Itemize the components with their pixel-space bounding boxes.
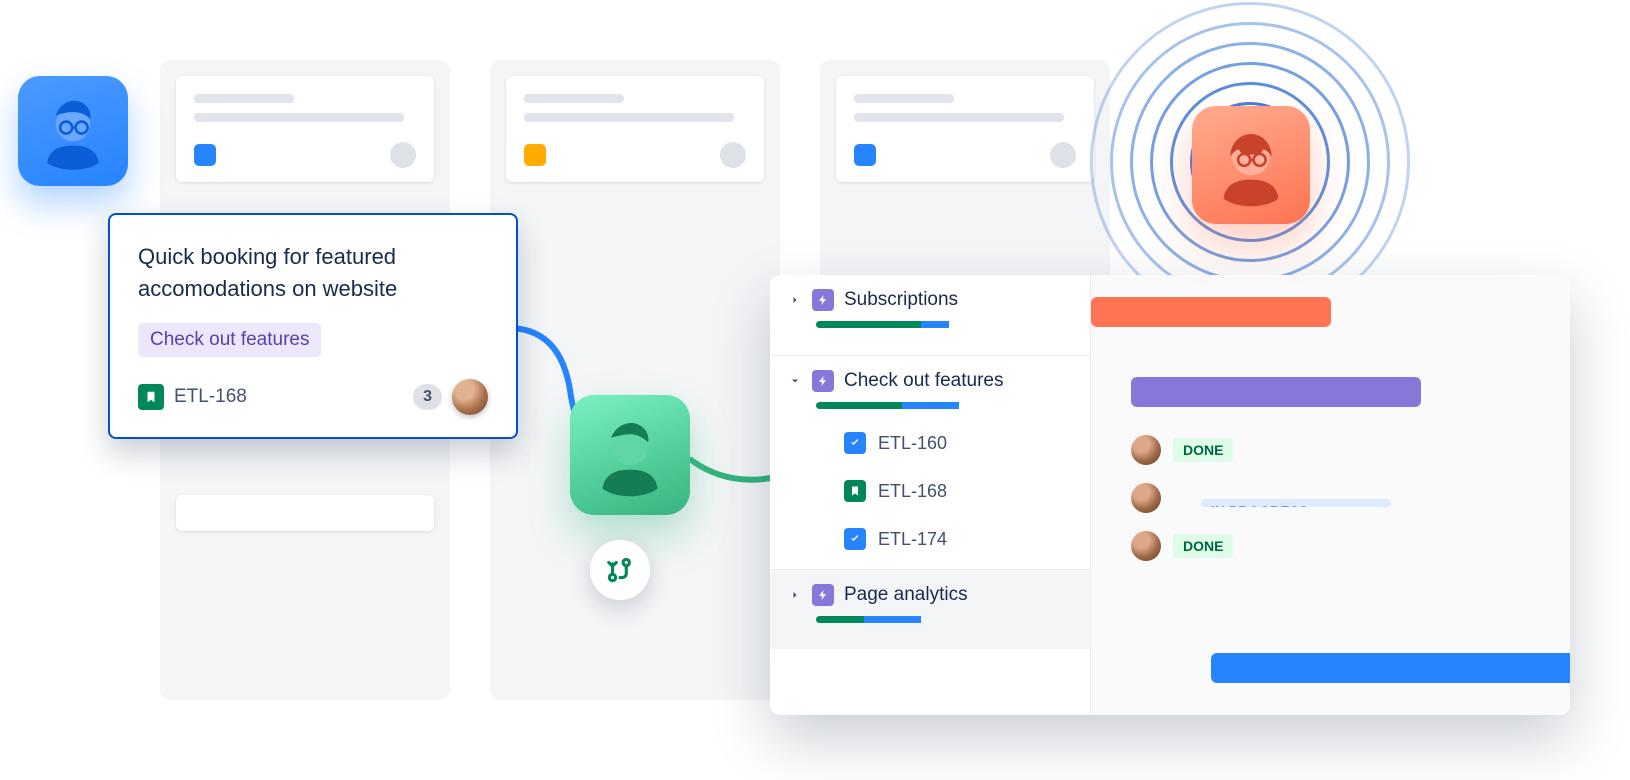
avatar-placeholder-icon: [390, 142, 416, 168]
status-badge[interactable]: IN PROGRESS: [1201, 499, 1391, 507]
issue-key: ETL-160: [878, 433, 947, 454]
issue-type-icon: [854, 144, 876, 166]
issue-key: ETL-168: [878, 481, 947, 502]
child-issue-row[interactable]: ETL-174: [788, 515, 1072, 563]
task-icon: [844, 432, 866, 454]
progress-bar: [816, 402, 1006, 409]
issue-type-icon: [524, 144, 546, 166]
child-status-row: DONE: [1131, 435, 1233, 465]
card-placeholder[interactable]: [506, 76, 764, 182]
avatar-placeholder-icon: [1050, 142, 1076, 168]
card-placeholder[interactable]: [176, 495, 434, 531]
epic-row[interactable]: Page analytics: [770, 569, 1090, 649]
status-badge[interactable]: DONE: [1173, 438, 1233, 462]
assignee-avatar[interactable]: [1131, 483, 1161, 513]
task-icon: [844, 528, 866, 550]
chevron-right-icon[interactable]: [788, 588, 802, 602]
status-badge[interactable]: DONE: [1173, 534, 1233, 558]
chevron-down-icon[interactable]: [788, 374, 802, 388]
issue-key: ETL-174: [878, 529, 947, 550]
roadmap-epic-list: Subscriptions Check out features ETL-160: [770, 275, 1090, 715]
epic-icon: [812, 289, 834, 311]
avatar: [570, 395, 690, 515]
card-placeholder[interactable]: [176, 76, 434, 182]
avatar: [18, 76, 128, 186]
epic-row[interactable]: Check out features ETL-160 ETL-168 ETL-1…: [770, 355, 1090, 569]
card-placeholder[interactable]: [836, 76, 1094, 182]
progress-bar: [816, 321, 1006, 328]
child-status-row: IN PROGRESS: [1131, 483, 1391, 513]
child-status-row: DONE: [1131, 531, 1233, 561]
assignee-avatar[interactable]: [1131, 435, 1161, 465]
avatar: [1192, 106, 1310, 224]
epic-row[interactable]: Subscriptions: [770, 275, 1090, 355]
avatar-placeholder-icon: [720, 142, 746, 168]
issue-key[interactable]: ETL-168: [174, 386, 247, 408]
issue-card-featured[interactable]: Quick booking for featured accomodations…: [108, 213, 518, 439]
story-points-badge: 3: [413, 384, 442, 410]
story-icon: [138, 384, 164, 410]
timeline-bar[interactable]: [1091, 297, 1331, 327]
progress-bar: [816, 616, 1006, 623]
assignee-avatar[interactable]: [452, 379, 488, 415]
roadmap-panel: Subscriptions Check out features ETL-160: [770, 275, 1570, 715]
assignee-avatar[interactable]: [1131, 531, 1161, 561]
epic-name: Subscriptions: [844, 289, 958, 311]
epic-icon: [812, 584, 834, 606]
epic-icon: [812, 370, 834, 392]
epic-name: Check out features: [844, 370, 1003, 392]
chevron-right-icon[interactable]: [788, 293, 802, 307]
epic-name: Page analytics: [844, 584, 968, 606]
epic-link-tag[interactable]: Check out features: [138, 323, 321, 357]
story-icon: [844, 480, 866, 502]
roadmap-timeline[interactable]: DONE IN PROGRESS DONE: [1090, 275, 1570, 715]
issue-type-icon: [194, 144, 216, 166]
timeline-bar[interactable]: [1131, 377, 1421, 407]
child-issue-row[interactable]: ETL-168: [788, 467, 1072, 515]
timeline-bar[interactable]: [1211, 653, 1570, 683]
pull-request-icon[interactable]: [590, 540, 650, 600]
issue-title: Quick booking for featured accomodations…: [138, 241, 488, 305]
child-issue-row[interactable]: ETL-160: [788, 419, 1072, 467]
